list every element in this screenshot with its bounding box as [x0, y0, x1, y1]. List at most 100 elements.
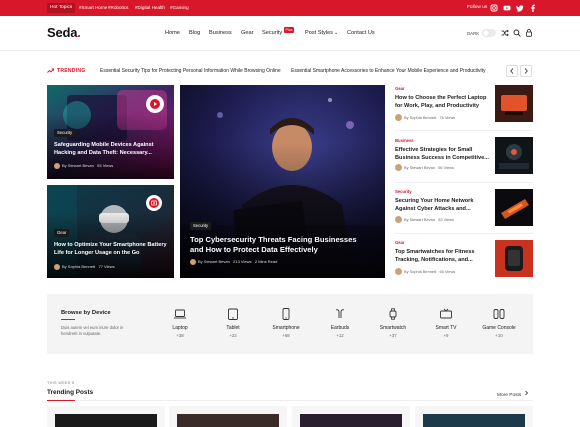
author-name[interactable]: By Sophia Bennett [62, 264, 95, 269]
search-icon[interactable] [513, 29, 521, 37]
play-video-button[interactable] [146, 95, 164, 113]
chevron-right-icon [525, 390, 529, 396]
tag-link-digital-health[interactable]: #Digital Health [135, 3, 165, 13]
trending-post-card[interactable] [169, 406, 287, 427]
tablet-icon [228, 308, 238, 320]
side-post-title[interactable]: How to Choose the Perfect Laptop for Wor… [395, 94, 489, 110]
side-post-category[interactable]: Business [395, 138, 414, 143]
logo-text: Seda [47, 25, 78, 40]
ticker-item-1[interactable]: Essential Security Tips for Protecting P… [100, 68, 281, 74]
game-console-icon [493, 309, 505, 319]
post-image [495, 85, 533, 122]
featured-post-card[interactable]: Security Top Cybersecurity Threats Facin… [180, 85, 385, 278]
views-count: 213 Views [233, 259, 252, 265]
author-name[interactable]: By Stewart Bevan [404, 217, 435, 222]
category-badge[interactable]: Security [190, 222, 212, 230]
post-title[interactable]: How to Optimize Your Smartphone Battery … [54, 242, 167, 257]
side-post-thumbnail[interactable] [495, 240, 533, 277]
trending-post-card[interactable] [415, 406, 533, 427]
post-image [55, 414, 157, 427]
device-count: +9 [443, 333, 449, 338]
side-post-thumbnail[interactable] [495, 137, 533, 174]
post-title[interactable]: Safeguarding Mobile Devices Against Hack… [54, 142, 167, 157]
avatar [190, 259, 196, 265]
post-image [495, 137, 533, 174]
author-name[interactable]: By Sophia Bennett [404, 269, 436, 274]
instagram-icon[interactable] [490, 4, 498, 12]
ticker-prev-button[interactable] [506, 65, 518, 77]
smartwatch-icon [389, 308, 397, 320]
nav-contact-us[interactable]: Contact Us [347, 30, 375, 37]
divider [395, 130, 533, 131]
nav-home[interactable]: Home [165, 30, 180, 37]
trending-post-card[interactable] [292, 406, 410, 427]
side-post-category[interactable]: Security [395, 189, 412, 194]
author-name[interactable]: By Stewart Bevan [62, 163, 94, 168]
category-badge[interactable]: Gear [54, 229, 70, 237]
avatar [395, 164, 402, 172]
nav-blog[interactable]: Blog [189, 30, 200, 37]
user-icon[interactable] [525, 29, 533, 37]
post-image [423, 414, 525, 427]
device-name: Smart TV [435, 325, 457, 331]
device-earbuds[interactable]: Earbuds +12 [310, 308, 370, 338]
side-post-title[interactable]: Top Smartwatches for Fitness Tracking, N… [395, 248, 489, 264]
hot-topics-badge: Hot Topics [47, 3, 76, 13]
tag-link-robotics[interactable]: #Robotics [108, 3, 128, 13]
device-smartwatch[interactable]: Smartwatch +37 [363, 308, 423, 338]
logo-dot: . [77, 25, 81, 40]
gallery-button[interactable] [146, 195, 162, 211]
twitter-icon[interactable] [516, 4, 524, 12]
dark-mode-toggle[interactable] [482, 29, 496, 37]
post-card-smartphone-battery[interactable]: Gear How to Optimize Your Smartphone Bat… [47, 185, 174, 278]
side-post-thumbnail[interactable] [495, 189, 533, 226]
nav-business[interactable]: Business [209, 30, 232, 37]
avatar [395, 268, 402, 276]
views-count: 63 Views [438, 217, 454, 222]
nav-security[interactable]: Security [262, 30, 282, 37]
side-post-title[interactable]: Securing Your Home Network Against Cyber… [395, 197, 489, 213]
divider [395, 182, 533, 183]
tag-link-smart-home[interactable]: #Smart Home [79, 3, 107, 13]
author-name[interactable]: By Sophia Bennett [404, 115, 436, 120]
nav-post-styles[interactable]: Post Styles [305, 30, 333, 37]
browse-by-device-section: Browse by Device Duis autem vel eum iriu… [47, 294, 533, 354]
side-post-category[interactable]: Gear [395, 86, 405, 91]
device-name: Smartphone [272, 325, 300, 331]
gallery-icon [149, 198, 159, 208]
tv-icon [440, 308, 452, 319]
chevron-right-icon [524, 68, 528, 74]
site-logo[interactable]: Seda. [47, 25, 81, 40]
device-count: +38 [176, 333, 184, 338]
category-badge[interactable]: Security [54, 129, 76, 137]
device-laptop[interactable]: Laptop +38 [150, 308, 210, 338]
trending-post-card[interactable] [47, 406, 165, 427]
nav-gear[interactable]: Gear [241, 30, 253, 37]
side-post-meta: By Sophia Bennett 76 Views [395, 114, 455, 122]
section-eyebrow: THIS WEEK'S [47, 381, 75, 385]
device-game-console[interactable]: Game Console +10 [469, 308, 529, 338]
more-posts-link[interactable]: More Posts [497, 390, 529, 398]
device-smartphone[interactable]: Smartphone +68 [256, 308, 316, 338]
shuffle-icon[interactable] [501, 29, 509, 37]
facebook-icon[interactable] [529, 4, 537, 12]
author-name[interactable]: By Stewart Bevan [198, 259, 230, 264]
device-tablet[interactable]: Tablet +22 [203, 308, 263, 338]
tag-link-gaming[interactable]: #Gaming [170, 3, 189, 13]
ticker-item-2[interactable]: Essential Smartphone Accessories to Enha… [291, 68, 486, 74]
views-count: 55 Views [97, 163, 114, 169]
device-count: +37 [389, 333, 397, 338]
device-name: Earbuds [330, 325, 350, 331]
device-smart-tv[interactable]: Smart TV +9 [416, 308, 476, 338]
side-post-category[interactable]: Gear [395, 240, 405, 245]
post-card-mobile-security[interactable]: Security Safeguarding Mobile Devices Aga… [47, 85, 174, 179]
side-post-thumbnail[interactable] [495, 85, 533, 122]
ticker-next-button[interactable] [520, 65, 532, 77]
smartphone-icon [282, 308, 290, 320]
side-post-title[interactable]: Effective Strategies for Small Business … [395, 146, 489, 162]
author-name[interactable]: By Stewart Bevan [404, 165, 435, 170]
device-count: +22 [229, 333, 237, 338]
youtube-icon[interactable] [503, 4, 511, 12]
featured-post-title[interactable]: Top Cybersecurity Threats Facing Busines… [190, 235, 370, 256]
device-count: +68 [282, 333, 290, 338]
